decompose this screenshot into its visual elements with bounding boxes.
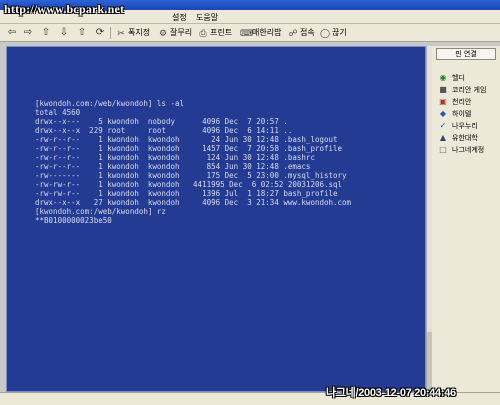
download-icon[interactable]: ⇩ <box>58 27 70 39</box>
toolbar: ⇦ ⇨ ⇧ ⇩ ⇧ ⟳ ✂ 폭지정 ⚙ 잘무리 ⎙ 프린트 ⌨매한리밥 ☍ 접속 ◯ 끊기 <box>0 24 500 42</box>
print-button[interactable]: ⎙ 프린트 <box>198 27 232 39</box>
toolbar-separator <box>110 27 111 39</box>
sidebar-item-label: 코리안 게임 <box>452 86 487 94</box>
back-arrow-icon[interactable]: ⇦ <box>6 27 18 39</box>
sidebar-item-hellody[interactable]: ◉ 헬디 <box>432 72 500 84</box>
nownuri-icon: ✓ <box>439 121 447 130</box>
author-timestamp-stamp: 나그네/2003-12-07 20:44:46 <box>326 387 456 399</box>
connect-button[interactable]: ☍ 접속 <box>288 27 315 39</box>
keyboard-icon: ⌨ <box>240 29 253 39</box>
terminal-screen[interactable]: [kwondoh.com:/web/kwondoh] ls -al total … <box>6 46 426 392</box>
sidebar-item-label: 유한대학 <box>452 134 478 142</box>
terminal-line: **B0100000023be50 <box>35 216 112 225</box>
terminal-line: drwx--x--x 27 kwondoh kwondoh 4096 Dec 3… <box>35 198 352 207</box>
tools-button[interactable]: ⚙ 잘무리 <box>158 27 192 39</box>
sidebar-item-guest[interactable]: □ 나그네계정 <box>432 144 500 156</box>
terminal-line: -rw-rw-r-- 1 kwondoh kwondoh 4411995 Dec… <box>35 180 343 189</box>
terminal-line: -rw-r--r-- 1 kwondoh kwondoh 124 Jun 30 … <box>35 153 315 162</box>
sidebar-item-university[interactable]: ▲ 유한대학 <box>432 132 500 144</box>
up-arrow-icon[interactable]: ⇧ <box>40 27 52 39</box>
sidebar-item-label: 나그네계정 <box>452 146 485 154</box>
sidebar-site-list: ◉ 헬디 ■ 코리안 게임 ▣ 천리안 ◆ 하이텔 ✓ 나우누리 ▲ 유한대학 … <box>432 72 500 156</box>
print-label: 프린트 <box>210 28 233 37</box>
terminal-line: drwx--x--x 229 root root 4096 Dec 6 14:1… <box>35 126 293 135</box>
tools-icon: ⚙ <box>158 29 168 39</box>
terminal-line: [kwondoh.com:/web/kwondoh] ls -al <box>35 99 185 108</box>
tools-label: 잘무리 <box>170 28 193 37</box>
menu-help[interactable]: 도움말 <box>196 12 218 23</box>
connect-label: 접속 <box>300 28 315 37</box>
university-icon: ▲ <box>439 133 447 142</box>
terminal-line: -rw-r--r-- 1 kwondoh kwondoh 1457 Dec 7 … <box>35 144 343 153</box>
sidebar-item-label: 나우누리 <box>452 122 478 130</box>
menu-settings[interactable]: 설정 <box>172 12 187 23</box>
disconnect-button[interactable]: ◯ 끊기 <box>320 27 347 39</box>
terminal-line: total 4560 <box>35 108 81 117</box>
terminal-line: drwx--x--- 5 kwondoh nobody 4096 Dec 7 2… <box>35 117 288 126</box>
terminal-output: [kwondoh.com:/web/kwondoh] ls -al total … <box>35 99 351 225</box>
sidebar-item-hitel[interactable]: ◆ 하이텔 <box>432 108 500 120</box>
sidebar-item-chollian[interactable]: ▣ 천리안 <box>432 96 500 108</box>
sidebar-item-korean-game[interactable]: ■ 코리안 게임 <box>432 84 500 96</box>
terminal-line: -rw-r--r-- 1 kwondoh kwondoh 854 Jun 30 … <box>35 162 311 171</box>
refresh-icon[interactable]: ⟳ <box>94 27 106 39</box>
disconnect-icon: ◯ <box>320 29 331 39</box>
sidebar-item-nownuri[interactable]: ✓ 나우누리 <box>432 120 500 132</box>
hitel-icon: ◆ <box>439 109 447 118</box>
site-watermark: http://www.bcpark.net <box>4 2 125 16</box>
sidebar-connect-button[interactable]: 핀 연결 <box>436 48 496 60</box>
terminal-line: -rw------- 1 kwondoh kwondoh 175 Dec 5 2… <box>35 171 347 180</box>
connection-sidebar: 핀 연결 ◉ 헬디 ■ 코리안 게임 ▣ 천리안 ◆ 하이텔 ✓ 나우누리 ▲ … <box>432 46 500 392</box>
keyboard-label: 매한리밥 <box>252 28 282 37</box>
terminal-line: -rw-r--r-- 1 kwondoh kwondoh 24 Jun 30 1… <box>35 135 338 144</box>
shield-icon: ◉ <box>439 73 447 82</box>
game-icon: ■ <box>439 85 447 94</box>
keyboard-button[interactable]: ⌨매한리밥 <box>240 27 281 39</box>
connect-icon: ☍ <box>288 29 298 39</box>
sidebar-item-label: 천리안 <box>452 98 472 106</box>
terminal-line: -rw-rw-r-- 1 kwondoh kwondoh 1396 Jul 1 … <box>35 189 338 198</box>
terminal-line: [kwondoh.com:/web/kwondoh] rz <box>35 207 166 216</box>
printer-icon: ⎙ <box>199 29 207 39</box>
sidebar-item-label: 하이텔 <box>452 110 472 118</box>
disconnect-label: 끊기 <box>332 28 347 37</box>
scissors-icon: ✂ <box>117 29 125 39</box>
chollian-icon: ▣ <box>439 97 447 106</box>
sidebar-item-label: 헬디 <box>452 74 465 82</box>
scissors-button[interactable]: ✂ 폭지정 <box>116 27 150 39</box>
scissors-label: 폭지정 <box>128 28 151 37</box>
upload-icon[interactable]: ⇧ <box>76 27 88 39</box>
guest-icon: □ <box>439 145 447 154</box>
forward-arrow-icon[interactable]: ⇨ <box>22 27 34 39</box>
